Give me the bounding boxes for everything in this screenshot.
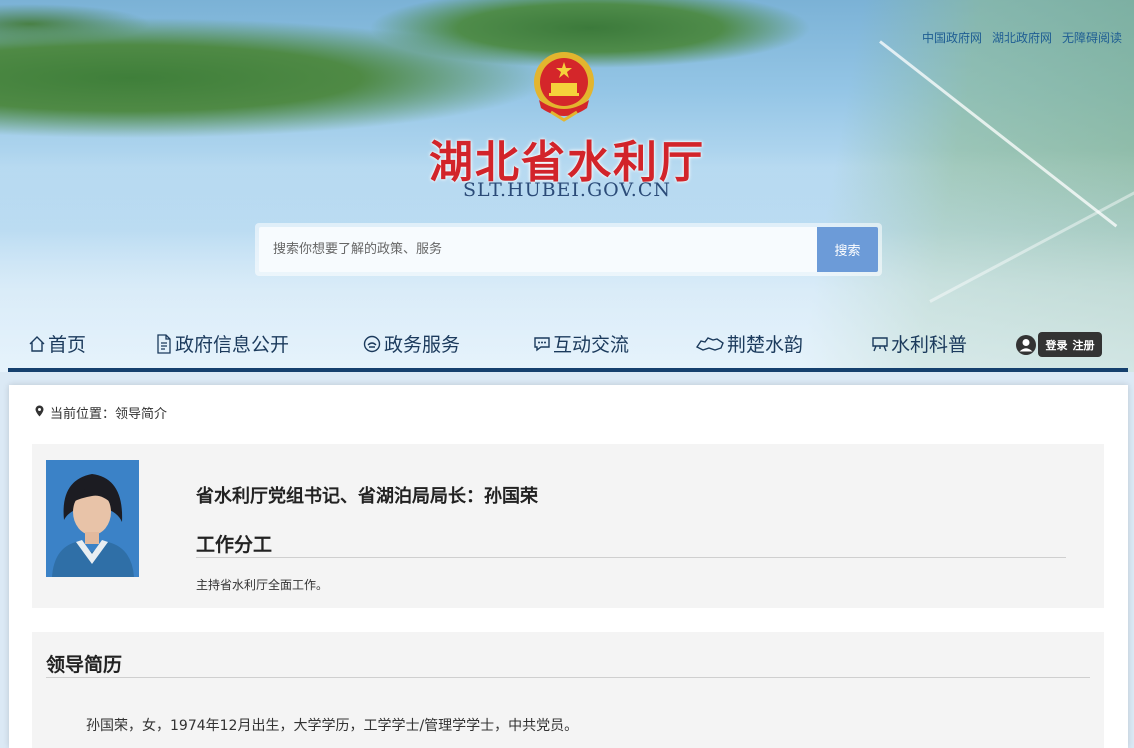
duty-text: 主持省水利厅全面工作。	[196, 578, 329, 592]
nav-item-home[interactable]: 首页	[28, 330, 86, 357]
map-icon	[695, 335, 725, 353]
divider	[196, 557, 1066, 558]
resume-heading: 领导简历	[46, 654, 123, 676]
nav-item-gov-service[interactable]: 政务服务	[362, 330, 460, 357]
breadcrumb: 当前位置：领导简介	[35, 403, 167, 422]
nav-label: 政府信息公开	[175, 334, 290, 356]
resume-text: 孙国荣，女，1974年12月出生，大学学历，工学学士/管理学学士，中共党员。	[86, 718, 579, 734]
main-content: 当前位置：领导简介 省水利厅党组书记、省湖泊局局长：孙国荣 工作分工 主持省水利…	[9, 385, 1128, 748]
top-links: 中国政府网 湖北政府网 无障碍阅读	[922, 29, 1122, 46]
breadcrumb-text: 当前位置：领导简介	[50, 407, 168, 422]
link-hubei-gov[interactable]: 湖北政府网	[992, 29, 1052, 46]
location-pin-icon	[35, 405, 44, 421]
link-accessibility[interactable]: 无障碍阅读	[1062, 29, 1122, 46]
duty-heading: 工作分工	[196, 534, 273, 556]
document-icon	[155, 333, 173, 354]
leader-portrait	[46, 460, 139, 577]
profile-card: 省水利厅党组书记、省湖泊局局长：孙国荣 工作分工 主持省水利厅全面工作。	[32, 444, 1104, 608]
login-link[interactable]: 登录	[1046, 337, 1068, 353]
chat-icon	[533, 335, 551, 353]
nav-label: 互动交流	[553, 334, 630, 356]
search-box: 搜索	[255, 223, 882, 276]
nav-item-gov-info[interactable]: 政府信息公开	[155, 330, 289, 357]
leader-title: 省水利厅党组书记、省湖泊局局长：孙国荣	[196, 486, 538, 507]
nav-label: 水利科普	[891, 334, 968, 356]
home-icon	[28, 335, 46, 353]
site-domain: SLT.HUBEI.GOV.CN	[463, 179, 671, 201]
user-icon[interactable]	[1015, 334, 1037, 356]
main-nav: 首页 政府信息公开 政务服务 互动交流 荆楚水韵 水利科普	[0, 326, 1134, 366]
search-button[interactable]: 搜索	[817, 227, 878, 272]
nav-item-jingchu[interactable]: 荆楚水韵	[695, 330, 803, 357]
nav-label: 首页	[48, 334, 87, 356]
nav-item-interaction[interactable]: 互动交流	[533, 330, 629, 357]
service-icon	[362, 335, 382, 353]
login-register-box: 登录 注册	[1038, 332, 1102, 357]
national-emblem-icon	[531, 50, 597, 122]
register-link[interactable]: 注册	[1073, 337, 1095, 353]
resume-card: 领导简历 孙国荣，女，1974年12月出生，大学学历，工学学士/管理学学士，中共…	[32, 632, 1104, 748]
board-icon	[871, 335, 889, 353]
nav-label: 荆楚水韵	[727, 334, 804, 356]
divider	[46, 677, 1090, 678]
nav-label: 政务服务	[384, 334, 461, 356]
nav-underline	[8, 368, 1128, 372]
link-china-gov[interactable]: 中国政府网	[922, 29, 982, 46]
search-input[interactable]	[259, 227, 817, 272]
nav-item-science[interactable]: 水利科普	[871, 330, 967, 357]
